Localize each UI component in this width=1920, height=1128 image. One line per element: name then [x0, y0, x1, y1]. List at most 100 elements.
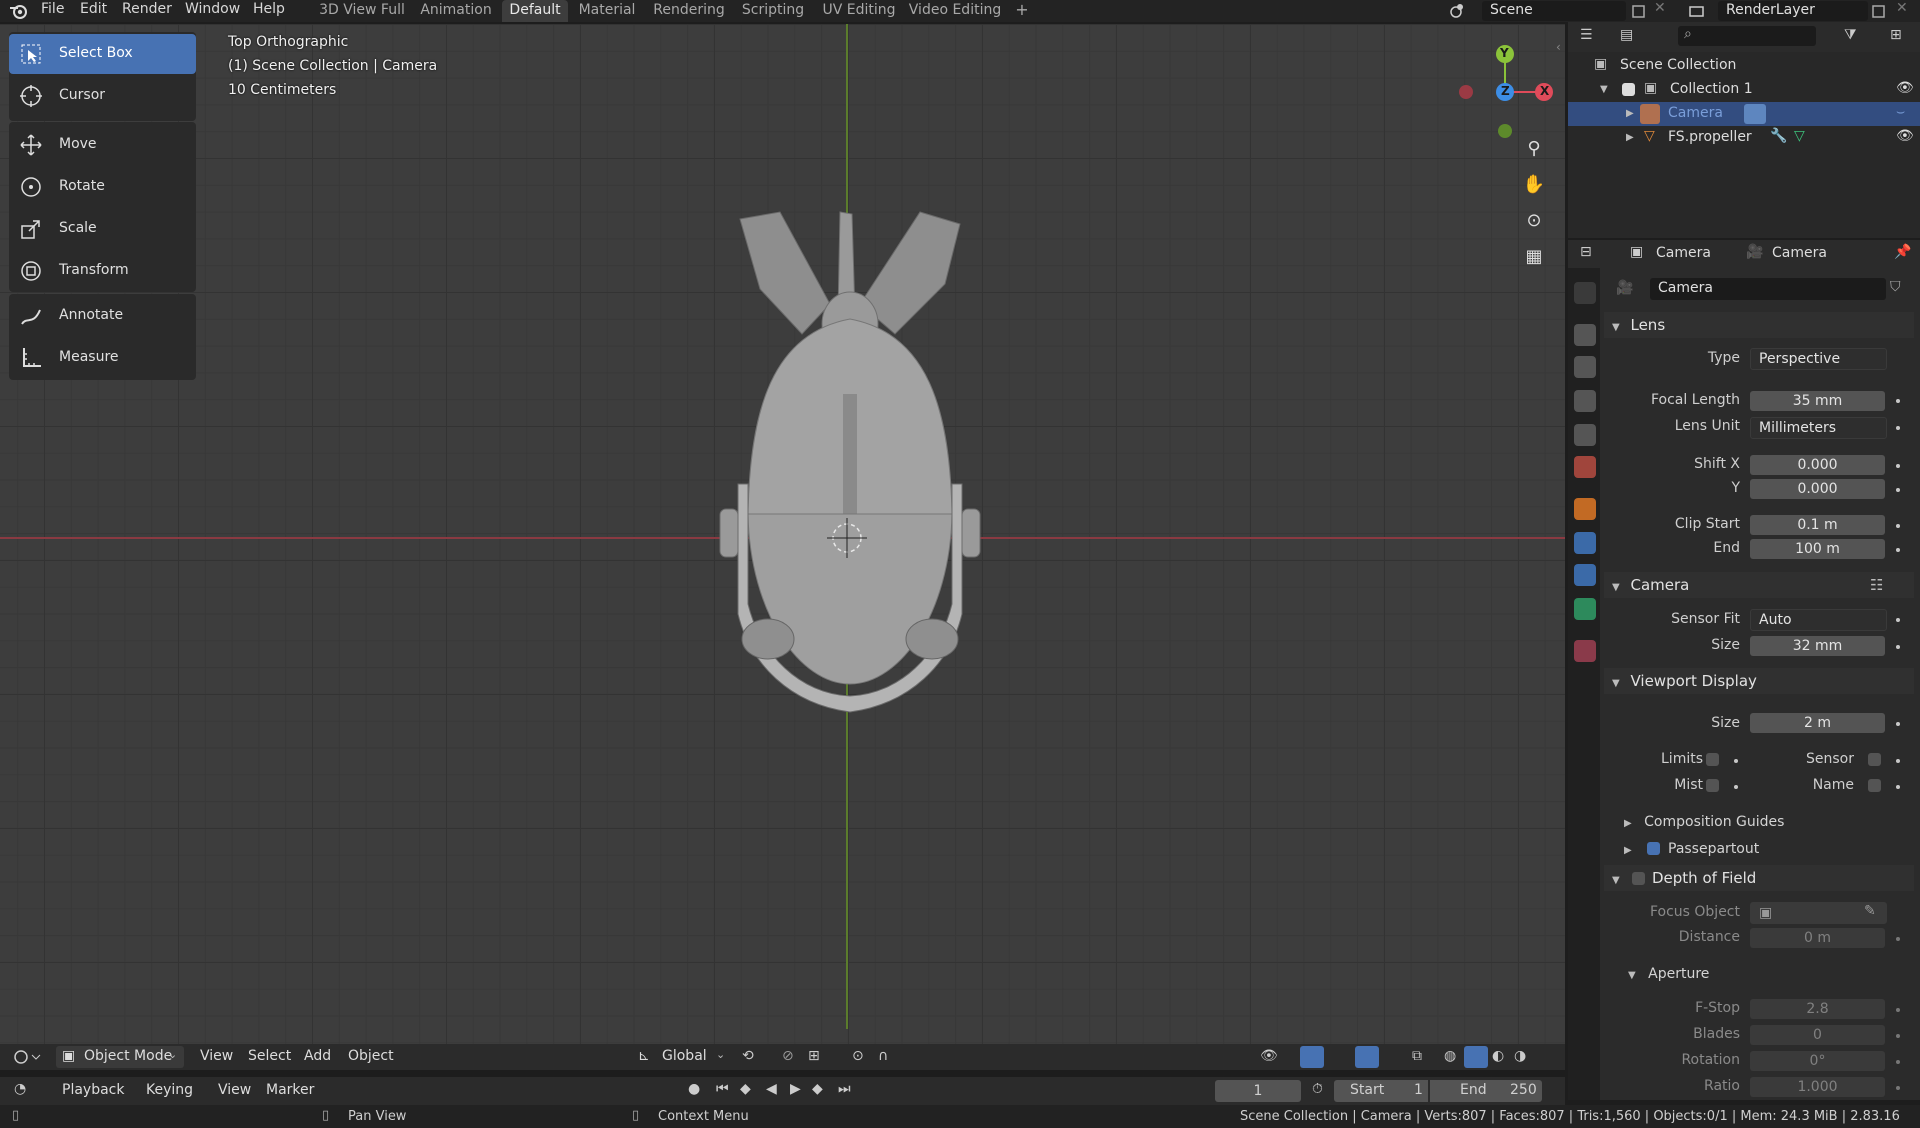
limits-checkbox[interactable]	[1706, 753, 1719, 766]
dof-enable-checkbox[interactable]	[1632, 872, 1645, 885]
panel-camera-header[interactable]: ▼ Camera ☷	[1604, 572, 1914, 598]
lens-type-select[interactable]: Perspective	[1750, 348, 1887, 370]
tool-measure[interactable]: Measure	[9, 338, 196, 378]
tab-video-editing[interactable]: Video Editing	[908, 0, 1002, 22]
presets-list-icon[interactable]: ☷	[1870, 572, 1883, 598]
passepartout-checkbox[interactable]	[1647, 842, 1660, 855]
tool-scale[interactable]: Scale	[9, 209, 196, 249]
tab-material[interactable]: Material	[572, 0, 642, 22]
record-icon[interactable]: ●	[688, 1081, 700, 1097]
view-layer-icon[interactable]	[1688, 3, 1706, 19]
fstop-field[interactable]: 2.8	[1750, 999, 1885, 1019]
tool-cursor[interactable]: Cursor	[9, 76, 196, 116]
close-scene-icon[interactable]: ✕	[1654, 0, 1666, 16]
play-icon[interactable]: ▶	[790, 1081, 801, 1097]
solid-shading-icon[interactable]	[1464, 1046, 1488, 1068]
prev-keyframe-icon[interactable]: ◆	[740, 1081, 751, 1097]
tab-animation[interactable]: Animation	[414, 0, 498, 22]
zoom-icon[interactable]: ⚲	[1519, 134, 1549, 164]
camera-data-name-field[interactable]: Camera	[1650, 278, 1886, 300]
blades-field[interactable]: 0	[1750, 1025, 1885, 1045]
ratio-field[interactable]: 1.000	[1750, 1077, 1885, 1097]
fake-user-shield-icon[interactable]: ⛉	[1890, 279, 1901, 295]
eyedropper-icon[interactable]: ✎	[1864, 903, 1876, 919]
3d-viewport[interactable]: Top Orthographic (1) Scene Collection | …	[0, 24, 1565, 1069]
tab-view-layer-icon[interactable]	[1574, 390, 1596, 412]
outliner-row-camera[interactable]: ▶ Camera ⌣	[1568, 102, 1920, 126]
keyframe-dot[interactable]	[1896, 464, 1900, 468]
filter-icon[interactable]: ⧩	[1844, 27, 1857, 43]
snap-icon[interactable]: ⊘	[782, 1044, 794, 1068]
breadcrumb-data[interactable]: Camera	[1772, 245, 1827, 261]
keyframe-dot[interactable]	[1896, 618, 1900, 622]
display-size-field[interactable]: 2 m	[1750, 713, 1885, 733]
tab-scripting[interactable]: Scripting	[736, 0, 810, 22]
keyframe-dot[interactable]	[1896, 399, 1900, 403]
distance-field[interactable]: 0 m	[1750, 928, 1885, 948]
name-checkbox[interactable]	[1868, 779, 1881, 792]
expand-arrow-icon[interactable]: ▼	[1600, 84, 1608, 95]
menu-marker[interactable]: Marker	[266, 1082, 314, 1098]
proportional-edit-icon[interactable]: ⊙	[852, 1044, 864, 1068]
ortho-grid-icon[interactable]: ▦	[1519, 242, 1549, 272]
rotation-field[interactable]: 0°	[1750, 1051, 1885, 1071]
keyframe-dot[interactable]	[1896, 785, 1900, 789]
view-layer-field[interactable]: RenderLayer	[1718, 1, 1868, 21]
panel-dof-header[interactable]: ▼	[1604, 865, 1914, 891]
menu-select[interactable]: Select	[248, 1044, 291, 1068]
scene-icon[interactable]	[1448, 3, 1466, 19]
aperture-subpanel[interactable]: ▼ Aperture	[1628, 966, 1709, 982]
wireframe-shading-icon[interactable]: ◍	[1444, 1044, 1456, 1068]
snap-target-icon[interactable]: ⊞	[808, 1044, 820, 1068]
tab-camera-data-icon[interactable]	[1574, 598, 1596, 620]
menu-window[interactable]: Window	[185, 0, 240, 22]
keyframe-dot[interactable]	[1896, 937, 1900, 941]
expand-arrow-icon[interactable]: ▶	[1626, 132, 1634, 143]
stopwatch-icon[interactable]: ⏱	[1312, 1081, 1323, 1097]
keyframe-dot[interactable]	[1896, 1008, 1900, 1012]
menu-render[interactable]: Render	[122, 0, 172, 22]
new-view-layer-icon[interactable]	[1870, 3, 1888, 19]
scene-field[interactable]: Scene	[1482, 1, 1626, 21]
pan-hand-icon[interactable]: ✋	[1519, 170, 1549, 200]
keyframe-dot[interactable]	[1896, 426, 1900, 430]
material-shading-icon[interactable]: ◐	[1492, 1044, 1504, 1068]
start-frame-field[interactable]: Start 1	[1334, 1080, 1428, 1102]
menu-edit[interactable]: Edit	[80, 0, 107, 22]
gizmo-toggle-icon[interactable]	[1300, 1046, 1324, 1068]
end-frame-field[interactable]: End 250	[1430, 1080, 1542, 1102]
keyframe-dot[interactable]	[1896, 722, 1900, 726]
tab-output-icon[interactable]	[1574, 356, 1596, 378]
passepartout-subpanel[interactable]: ▶	[1624, 841, 1632, 857]
clip-start-field[interactable]: 0.1 m	[1750, 515, 1885, 535]
current-frame-field[interactable]: 1	[1215, 1080, 1301, 1102]
menu-file[interactable]: File	[41, 0, 64, 22]
propeller-model[interactable]	[690, 184, 1010, 744]
menu-help[interactable]: Help	[253, 0, 285, 22]
eye-icon[interactable]: 👁	[1896, 128, 1914, 144]
outliner-editor-icon[interactable]: ☰	[1580, 27, 1593, 43]
sensor-fit-select[interactable]: Auto	[1750, 609, 1887, 631]
rendered-shading-icon[interactable]: ◑	[1514, 1044, 1526, 1068]
tool-transform[interactable]: Transform	[9, 251, 196, 291]
display-mode-icon[interactable]: ▤	[1620, 27, 1633, 43]
visibility-icon[interactable]: 👁	[1260, 1044, 1278, 1068]
outliner-row-scene-collection[interactable]: ▣ Scene Collection	[1568, 54, 1920, 78]
shift-y-field[interactable]: 0.000	[1750, 479, 1885, 499]
outliner-search-input[interactable]: ⌕	[1678, 26, 1816, 46]
falloff-icon[interactable]: ∩	[878, 1044, 888, 1068]
pivot-icon[interactable]: ⟲	[742, 1044, 754, 1068]
menu-add[interactable]: Add	[304, 1044, 331, 1068]
orientation-select[interactable]: ⊾ Global ⌄	[636, 1046, 730, 1068]
tab-scene-icon[interactable]	[1574, 424, 1596, 446]
jump-end-icon[interactable]: ⏭	[838, 1081, 851, 1097]
sensor-size-field[interactable]: 32 mm	[1750, 636, 1885, 656]
keyframe-dot[interactable]	[1896, 1034, 1900, 1038]
tab-physics-icon[interactable]	[1574, 532, 1596, 554]
panel-viewport-display-header[interactable]: ▼ Viewport Display	[1604, 668, 1914, 694]
mist-checkbox[interactable]	[1706, 779, 1719, 792]
close-view-layer-icon[interactable]: ✕	[1896, 0, 1908, 16]
editor-type-icon[interactable]	[12, 1048, 42, 1066]
outliner-row-fs-propeller[interactable]: ▶ ▽ FS.propeller 🔧 ▽ 👁	[1568, 126, 1920, 150]
tool-move[interactable]: Move	[9, 125, 196, 165]
